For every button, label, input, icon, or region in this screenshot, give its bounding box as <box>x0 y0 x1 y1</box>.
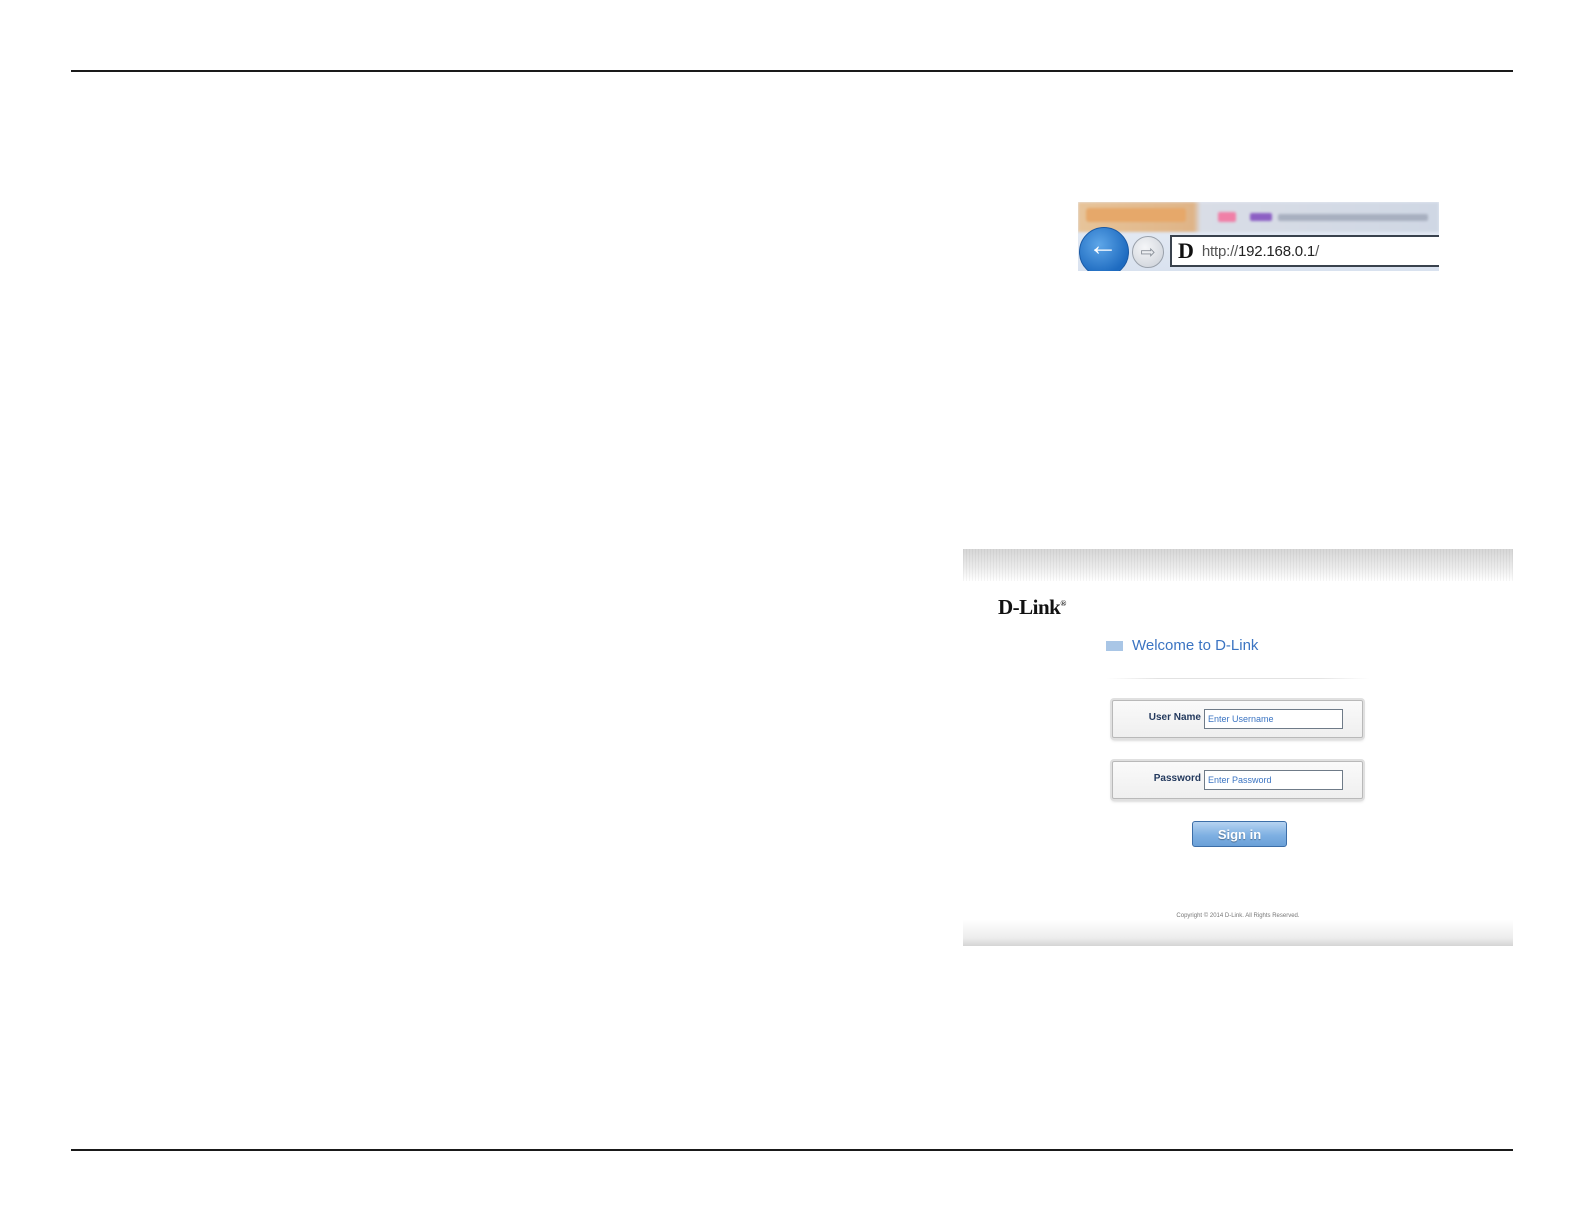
url-scheme: http:// <box>1201 242 1239 260</box>
back-arrow-icon[interactable]: ← <box>1079 227 1129 271</box>
username-label: User Name <box>1148 712 1201 723</box>
panel-header-band <box>963 549 1513 581</box>
url-text: http://192.168.0.1/ <box>1202 243 1319 260</box>
welcome-divider <box>1106 678 1370 679</box>
dlink-logo: D-Link® <box>998 595 1066 620</box>
password-label: Password <box>1153 773 1201 784</box>
copyright-text: Copyright © 2014 D-Link. All Rights Rese… <box>1176 913 1300 919</box>
page-top-rule <box>71 70 1513 72</box>
username-input[interactable] <box>1204 709 1343 729</box>
dlink-favicon-icon: D <box>1178 238 1194 263</box>
logo-registered-mark: ® <box>1060 599 1066 608</box>
browser-tab-strip <box>1078 202 1439 232</box>
username-field-box: User Name <box>1112 700 1363 738</box>
password-input[interactable] <box>1204 770 1343 790</box>
dlink-login-panel: D-Link® Welcome to D-Link User Name Pass… <box>963 549 1513 946</box>
back-arrow-glyph: ← <box>1088 229 1118 262</box>
welcome-text: Welcome to D-Link <box>1132 637 1259 654</box>
forward-arrow-glyph: ⇨ <box>1140 241 1156 262</box>
sign-in-button[interactable]: Sign in <box>1192 821 1287 847</box>
address-bar[interactable]: D http://192.168.0.1/ <box>1170 235 1439 267</box>
forward-arrow-icon[interactable]: ⇨ <box>1132 236 1164 268</box>
welcome-heading: Welcome to D-Link <box>1106 637 1258 654</box>
password-field-box: Password <box>1112 761 1363 799</box>
welcome-flag-icon <box>1106 640 1123 651</box>
browser-address-bar-screenshot: ← ⇨ D http://192.168.0.1/ <box>1078 202 1439 271</box>
logo-text: D-Link <box>998 595 1061 619</box>
page-bottom-rule <box>71 1149 1513 1151</box>
url-path: / <box>1315 242 1320 260</box>
url-host: 192.168.0.1 <box>1238 242 1316 260</box>
panel-footer-band <box>963 920 1513 946</box>
